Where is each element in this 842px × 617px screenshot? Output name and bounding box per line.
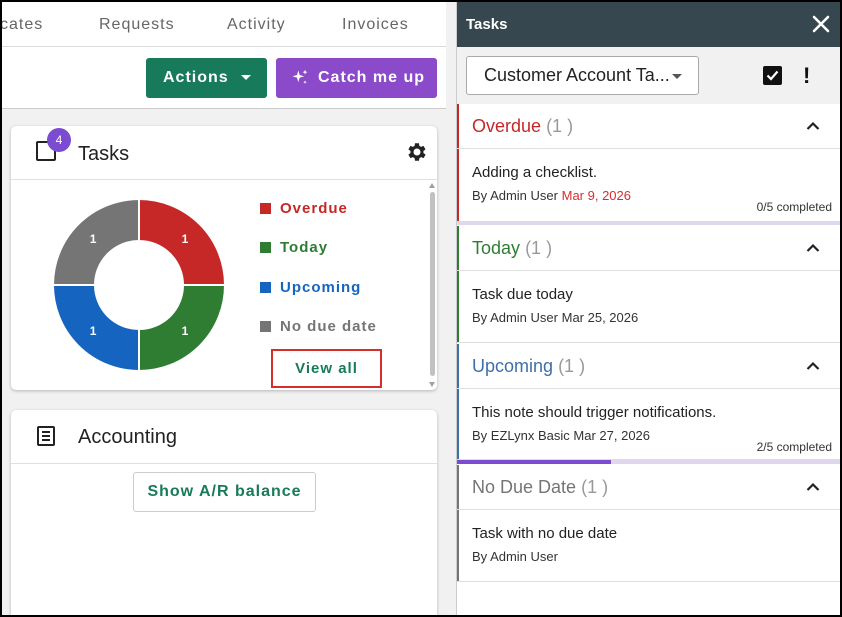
group-count: (1 ) [546,116,574,136]
tab-invoices[interactable]: Invoices [342,16,409,34]
task-date: Mar 25, 2026 [561,310,639,325]
group-name: Today [472,238,521,258]
group-name: No Due Date [472,477,577,497]
tasks-card-title: Tasks [78,143,130,165]
chevron-up-icon[interactable] [806,243,820,253]
tab-bar: cates Requests Activity Invoices [0,0,446,47]
accounting-card-title: Accounting [78,426,177,448]
toolbar: Actions Catch me up [0,47,446,109]
task-title: Task due today [472,286,573,303]
scroll-down-icon [429,382,435,387]
legend-item-today[interactable]: Today [260,239,328,256]
legend-item-no-due-date[interactable]: No due date [260,318,377,335]
task-meta: By EZLynx Basic Mar 27, 2026 [472,428,650,443]
group-name: Upcoming [472,356,554,376]
task-filter-select[interactable]: Customer Account Ta... [466,56,699,95]
task-progress-text: 2/5 completed [756,440,832,454]
tasks-panel-header: Tasks [457,0,842,47]
donut-data-label: 1 [182,232,189,246]
catch-me-up-label: Catch me up [318,69,426,86]
legend-item-overdue[interactable]: Overdue [260,200,348,217]
chevron-up-icon[interactable] [806,482,820,492]
donut-data-label: 1 [90,232,97,246]
catch-me-up-button[interactable]: Catch me up [276,58,437,98]
actions-button[interactable]: Actions [146,58,267,98]
task-meta: By Admin User Mar 25, 2026 [472,310,638,325]
tab-activity[interactable]: Activity [227,16,286,34]
group-count: (1 ) [581,477,609,497]
legend-swatch [260,203,271,214]
tasks-donut-chart: 1 1 1 1 [52,198,226,372]
group-upcoming-label: Upcoming (1 ) [472,356,585,377]
legend-label: Overdue [280,200,348,217]
close-icon[interactable] [811,14,831,34]
donut-data-label: 1 [90,324,97,338]
tasks-panel-title: Tasks [466,16,508,33]
task-progress-text: 0/5 completed [756,200,832,214]
tab-certificates[interactable]: cates [0,16,43,34]
group-no-due-date-label: No Due Date (1 ) [472,477,608,498]
task-title: Adding a checklist. [472,164,598,181]
task-item-today[interactable]: Task due today By Admin User Mar 25, 202… [457,271,841,343]
tasks-card-scrollbar[interactable] [427,182,437,388]
scrollbar-thumb[interactable] [430,192,435,376]
legend-swatch [260,321,271,332]
task-author: By EZLynx Basic [472,428,570,443]
caret-down-icon [672,74,682,79]
tasks-card-header: 4 Tasks [11,126,437,180]
overdue-progress-bar [457,221,841,225]
accounting-card-header: Accounting [11,410,437,464]
progress-fill [457,460,611,464]
task-item-no-due-date[interactable]: Task with no due date By Admin User [457,510,841,582]
caret-down-icon [241,75,251,80]
task-title: This note should trigger notifications. [472,404,717,421]
group-count: (1 ) [525,238,553,258]
donut-data-label: 1 [182,324,189,338]
task-author: By Admin User [472,310,558,325]
task-title: Task with no due date [472,525,618,542]
scroll-up-icon [429,183,435,188]
priority-icon[interactable]: ! [803,63,810,89]
gear-icon[interactable] [405,140,429,164]
task-date: Mar 9, 2026 [561,188,631,203]
legend-item-upcoming[interactable]: Upcoming [260,279,361,296]
upcoming-progress-bar [457,460,841,464]
legend-label: Today [280,239,329,256]
main-content: cates Requests Activity Invoices Actions… [0,0,456,617]
group-no-due-date-header[interactable]: No Due Date (1 ) [457,465,841,510]
checkbox-checked-icon[interactable] [763,66,782,85]
view-all-button[interactable]: View all [271,349,382,388]
chevron-up-icon[interactable] [806,361,820,371]
group-overdue-header[interactable]: Overdue (1 ) [457,104,841,149]
legend-swatch [260,282,271,293]
task-count-badge: 4 [47,128,71,152]
task-author: By Admin User [472,188,558,203]
legend-label: Upcoming [280,279,362,296]
group-name: Overdue [472,116,542,136]
filter-row: Customer Account Ta... ! [457,47,842,104]
group-overdue-label: Overdue (1 ) [472,116,573,137]
tasks-panel: Tasks Customer Account Ta... ! Overdue (… [456,0,842,617]
tab-requests[interactable]: Requests [99,16,175,34]
task-date: Mar 27, 2026 [573,428,651,443]
tasks-card: 4 Tasks 1 1 1 1 Overdue Today Upcoming No d… [11,126,437,390]
task-meta: By Admin User [472,549,558,564]
group-today-header[interactable]: Today (1 ) [457,226,841,271]
task-item-upcoming[interactable]: This note should trigger notifications. … [457,388,841,460]
show-ar-balance-button[interactable]: Show A/R balance [133,472,316,512]
actions-label: Actions [163,69,229,86]
task-author: By Admin User [472,549,558,564]
group-today-label: Today (1 ) [472,238,552,259]
sparkle-icon [292,69,308,84]
receipt-icon [37,426,55,446]
task-item-overdue[interactable]: Adding a checklist. By Admin User Mar 9,… [457,149,841,222]
group-upcoming-header[interactable]: Upcoming (1 ) [457,344,841,389]
task-filter-value: Customer Account Ta... [484,65,670,85]
group-count: (1 ) [558,356,586,376]
legend-swatch [260,242,271,253]
task-meta: By Admin User Mar 9, 2026 [472,188,631,203]
accounting-card: Accounting Show A/R balance [11,410,437,617]
chevron-up-icon[interactable] [806,121,820,131]
legend-label: No due date [280,318,377,335]
